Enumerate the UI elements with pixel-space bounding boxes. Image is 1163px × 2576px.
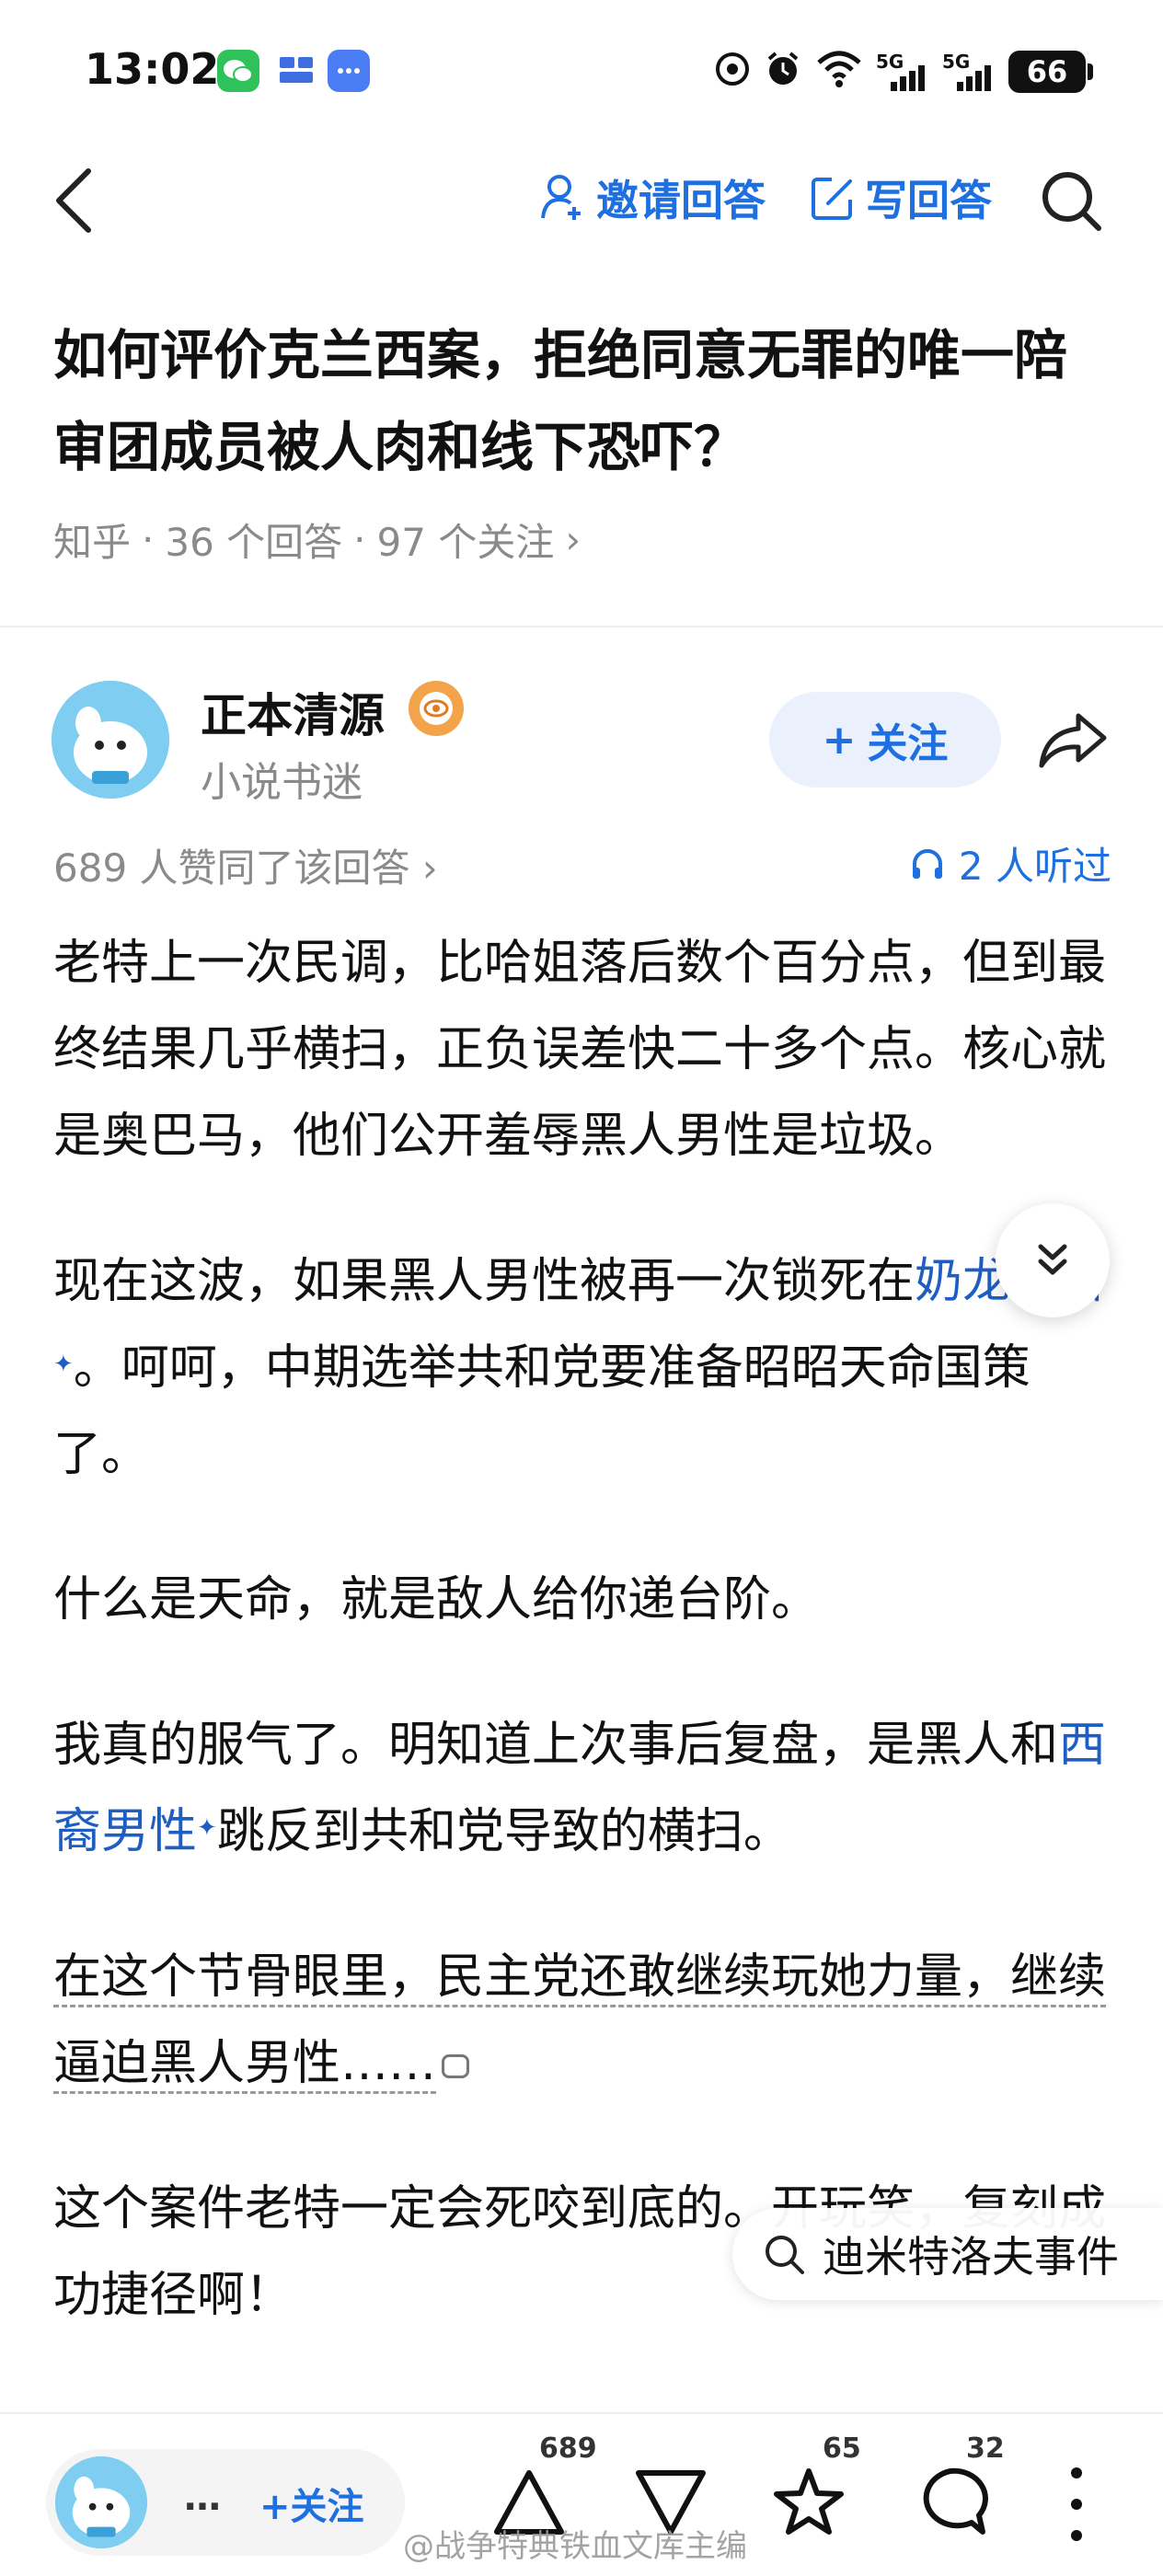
add-user-icon (541, 175, 581, 220)
author-badge-icon (409, 681, 464, 736)
upvote-count: 689 (539, 2432, 597, 2465)
meta-dot: · (142, 517, 155, 562)
question-source: 知乎 (53, 520, 132, 565)
related-search-chip[interactable]: 迪米特洛夫事件 (732, 2208, 1163, 2300)
follower-count: 97 个关注 (376, 520, 555, 565)
battery-indicator: 66 (1008, 51, 1093, 93)
write-answer-label: 写回答 (865, 176, 992, 225)
invite-answer-button[interactable]: 邀请回答 (539, 167, 766, 228)
location-icon (714, 51, 751, 93)
plus-icon: + (822, 716, 857, 764)
edit-icon (812, 178, 852, 220)
write-answer-button[interactable]: 写回答 (810, 167, 992, 228)
signal-icon: 5G (876, 51, 929, 93)
upvote-summary[interactable]: 689 人赞同了该回答 › (53, 837, 438, 893)
status-icons: 5G 5G 66 (714, 46, 1093, 98)
answer-paragraph: 老特上一次民调，比哈姐落后数个百分点，但到最终结果几乎横扫，正负误差快二十多个点… (53, 936, 1107, 1164)
author-avatar[interactable] (52, 681, 169, 799)
answer-paragraph[interactable]: 在这个节骨眼里，民主党还敢继续玩她力量，继续逼迫黑人男性…… (53, 1934, 1121, 2107)
app-notification-icon (276, 50, 318, 92)
more-button[interactable] (1058, 2467, 1095, 2541)
invite-answer-label: 邀请回答 (596, 176, 766, 225)
spark-icon: ✦ (53, 1351, 74, 1378)
search-icon (766, 2236, 804, 2274)
star-icon (774, 2468, 844, 2535)
signal-icon-2: 5G (942, 51, 996, 93)
chevron-double-down-icon (1038, 1244, 1067, 1275)
answer-paragraph: 我真的服气了。明知道上次事后复盘，是黑人和西裔男性✦跳反到共和党导致的横扫。 (53, 1702, 1121, 1875)
chevron-right-icon: › (565, 517, 582, 562)
related-search-label: 迪米特洛夫事件 (823, 2232, 1119, 2282)
spark-icon: ✦ (197, 1814, 217, 1842)
follow-button[interactable]: + 关注 (769, 692, 1001, 788)
share-icon (1039, 713, 1107, 768)
answer-paragraph: 现在这波，如果黑人男性被再一次锁死在奶龙阵营✦。呵呵，中期选举共和党要准备昭昭天… (53, 1238, 1121, 1498)
listen-button[interactable]: 2 人听过 (909, 835, 1111, 891)
back-icon (56, 168, 91, 233)
alarm-icon (764, 50, 802, 94)
annotated-text[interactable]: 在这个节骨眼里，民主党还敢继续玩她力量，继续逼迫黑人男性…… (53, 1949, 1107, 2094)
share-button[interactable] (1036, 708, 1110, 773)
more-icon (1071, 2467, 1082, 2478)
author-avatar-small[interactable] (55, 2456, 147, 2548)
search-icon (1042, 172, 1101, 231)
search-button[interactable] (1036, 166, 1106, 236)
answer-body: 老特上一次民调，比哈姐落后数个百分点，但到最终结果几乎横扫，正负误差快二十多个点… (53, 920, 1121, 2398)
expand-button[interactable] (996, 1203, 1110, 1317)
headphones-icon (912, 848, 942, 879)
wifi-icon (815, 50, 863, 94)
question-meta[interactable]: 知乎 · 36 个回答 · 97 个关注 › (53, 512, 581, 568)
question-title[interactable]: 如何评价克兰西案，拒绝同意无罪的唯一陪审团成员被人肉和线下恐吓？ (53, 309, 1111, 493)
message-notification-icon (328, 50, 370, 92)
wechat-notification-icon (217, 50, 259, 92)
paragraph-text: 。呵呵，中期选举共和党要准备昭昭天命国策了。 (53, 1340, 1031, 1482)
comment-button[interactable] (909, 2460, 992, 2543)
status-bar: 13:02 5G 5G 66 (0, 0, 1163, 138)
answer-paragraph: 什么是天命，就是敌人给你递台阶。 (53, 1572, 820, 1627)
listen-count: 2 人听过 (958, 844, 1111, 889)
favorite-button[interactable] (767, 2460, 850, 2543)
paragraph-text: 现在这波，如果黑人男性被再一次锁死在 (53, 1254, 915, 1309)
meta-dot: · (353, 517, 366, 562)
comment-bubble-icon[interactable] (442, 2054, 470, 2078)
answer-count: 36 个回答 (165, 520, 343, 565)
paragraph-text: 我真的服气了。明知道上次事后复盘，是黑人和 (53, 1718, 1059, 1773)
author-follow-pill[interactable]: … +关注 (46, 2449, 405, 2556)
watermark: @战争特典铁血文库主编 (403, 2528, 747, 2565)
top-nav: 邀请回答 写回答 (0, 147, 1163, 248)
paragraph-text: 跳反到共和党导致的横扫。 (216, 1804, 791, 1859)
author-name[interactable]: 正本清源 (201, 679, 385, 745)
favorite-count: 65 (823, 2432, 861, 2465)
author-bio: 小说书迷 (201, 759, 363, 806)
status-time: 13:02 (85, 44, 220, 94)
follow-label: 关注 (867, 720, 949, 767)
comment-count: 32 (966, 2432, 1005, 2465)
bottom-follow-button[interactable]: +关注 (259, 2477, 364, 2530)
comment-icon (923, 2467, 988, 2535)
back-button[interactable] (46, 164, 110, 237)
section-divider (0, 626, 1163, 627)
author-name-truncated: … (184, 2477, 221, 2519)
